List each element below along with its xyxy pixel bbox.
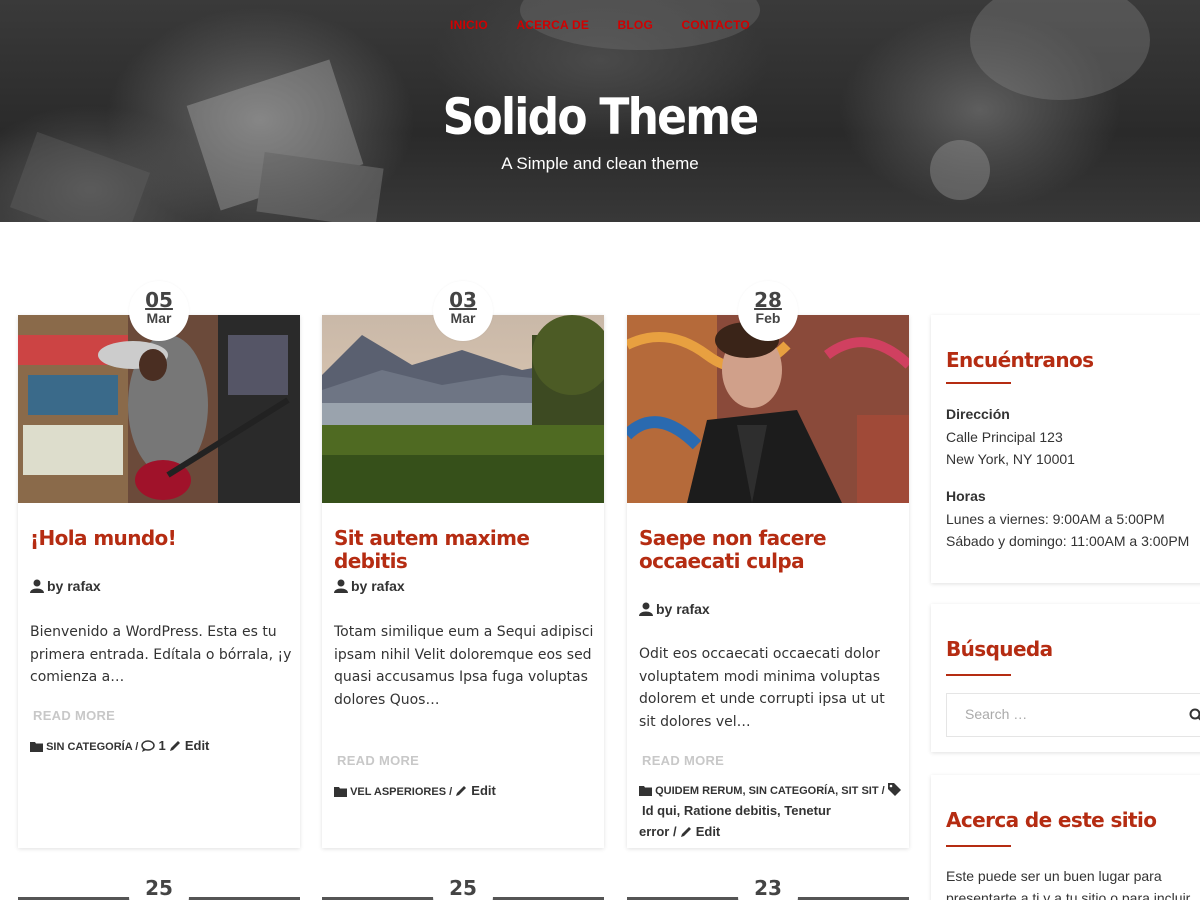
post-card: 28 Feb Saepe non facere occaecati culpa … (627, 281, 909, 848)
post-date-badge: 03 Mar (433, 281, 493, 341)
post-date-badge: 23 (738, 866, 798, 900)
post-tags[interactable]: error / (639, 824, 677, 839)
post-category[interactable]: QUIDEM RERUM, (655, 785, 745, 797)
widget-find-us: Encuéntranos Dirección Calle Principal 1… (931, 315, 1200, 583)
post-category[interactable]: VEL ASPERIORES (350, 786, 446, 798)
post-card: 05 Mar ¡Hola mundo! by rafax Bienvenido … (18, 281, 300, 848)
post-month: Feb (755, 310, 781, 326)
comment-icon (141, 740, 156, 752)
post-author[interactable]: by rafax (639, 601, 710, 617)
post-card: 03 Mar Sit autem maxime debitis by rafax… (322, 281, 604, 848)
hours-line: Sábado y domingo: 11:00AM a 3:00PM (946, 533, 1190, 549)
user-icon (30, 579, 44, 593)
edit-link[interactable]: Edit (696, 824, 721, 839)
pencil-icon (169, 741, 180, 751)
post-day: 25 (145, 876, 173, 900)
post-author[interactable]: by rafax (334, 578, 405, 594)
post-month: Mar (146, 310, 172, 326)
post-tags[interactable]: Id qui, Ratione debitis, Tenetur (642, 803, 831, 818)
hours-line: Lunes a viernes: 9:00AM a 5:00PM (946, 511, 1165, 527)
widget-title: Búsqueda (946, 637, 1053, 661)
post-excerpt: Odit eos occaecati occaecati dolor volup… (639, 646, 885, 730)
post-author-label: by rafax (351, 578, 405, 594)
widget-about: Acerca de este sitio Este puede ser un b… (931, 775, 1200, 900)
main-nav: INICIO ACERCA DE BLOG CONTACTO (0, 16, 1200, 34)
post-excerpt: Bienvenido a WordPress. Esta es tu prime… (30, 624, 292, 685)
post-title[interactable]: Sit autem maxime debitis (334, 527, 594, 573)
tag-icon (887, 783, 901, 796)
nav-item-contacto[interactable]: CONTACTO (681, 18, 750, 32)
about-text: presentarte a ti y a tu sitio o para inc… (946, 890, 1191, 900)
edit-link[interactable]: Edit (471, 783, 496, 798)
hours-label: Horas (946, 488, 986, 504)
folder-icon (639, 786, 652, 796)
post-date-badge: 28 Feb (738, 281, 798, 341)
post-meta: QUIDEM RERUM, SIN CATEGORÍA, SIT SIT / I… (639, 781, 901, 843)
address-line: Calle Principal 123 (946, 429, 1063, 445)
post-meta: VEL ASPERIORES / Edit (334, 781, 596, 802)
post-day: 25 (449, 876, 477, 900)
folder-icon (30, 742, 43, 752)
post-month: Mar (450, 310, 476, 326)
pencil-icon (680, 827, 691, 837)
site-header: INICIO ACERCA DE BLOG CONTACTO Solido Th… (0, 0, 1200, 222)
about-text: Este puede ser un buen lugar para (946, 868, 1162, 884)
post-day: 28 (754, 288, 782, 312)
post-thumbnail[interactable] (18, 315, 300, 503)
widget-search: Búsqueda Search … (931, 604, 1200, 752)
search-icon[interactable] (1189, 708, 1200, 722)
widget-title-underline (946, 674, 1011, 676)
post-thumbnail[interactable] (322, 315, 604, 503)
post-date-badge: 05 Mar (129, 281, 189, 341)
site-tagline: A Simple and clean theme (501, 154, 699, 173)
read-more-link[interactable]: READ MORE (33, 708, 115, 723)
post-date-badge: 25 (129, 866, 189, 900)
post-comment-count[interactable]: 1 (158, 738, 165, 753)
post-title[interactable]: Saepe non facere occaecati culpa (639, 527, 899, 573)
post-author-label: by rafax (656, 601, 710, 617)
address-line: New York, NY 10001 (946, 451, 1075, 467)
nav-item-inicio[interactable]: INICIO (450, 18, 488, 32)
user-icon (639, 602, 653, 616)
search-input[interactable]: Search … (946, 693, 1200, 737)
post-day: 23 (754, 876, 782, 900)
post-day: 05 (145, 288, 173, 312)
pencil-icon (456, 786, 467, 796)
post-author[interactable]: by rafax (30, 578, 101, 594)
widget-title: Encuéntranos (946, 348, 1094, 372)
address-label: Dirección (946, 406, 1010, 422)
post-excerpt: Totam similique eum a Sequi adipisci ips… (334, 624, 594, 708)
read-more-link[interactable]: READ MORE (337, 753, 419, 768)
post-title[interactable]: ¡Hola mundo! (30, 527, 290, 550)
post-date-badge: 25 (433, 866, 493, 900)
site-title[interactable]: Solido Theme (72, 88, 1128, 146)
post-meta: SIN CATEGORÍA / 1 Edit (30, 736, 292, 757)
nav-item-blog[interactable]: BLOG (618, 18, 653, 32)
post-day: 03 (449, 288, 477, 312)
widget-title-underline (946, 845, 1011, 847)
read-more-link[interactable]: READ MORE (642, 753, 724, 768)
widget-title: Acerca de este sitio (946, 808, 1157, 832)
post-category[interactable]: SIN CATEGORÍA (46, 741, 132, 753)
widget-title-underline (946, 382, 1011, 384)
post-thumbnail[interactable] (627, 315, 909, 503)
nav-item-acerca[interactable]: ACERCA DE (516, 18, 589, 32)
post-category[interactable]: SIT SIT / (841, 785, 884, 797)
edit-link[interactable]: Edit (185, 738, 210, 753)
post-author-label: by rafax (47, 578, 101, 594)
folder-icon (334, 787, 347, 797)
user-icon (334, 579, 348, 593)
post-category[interactable]: SIN CATEGORÍA, (749, 785, 839, 797)
